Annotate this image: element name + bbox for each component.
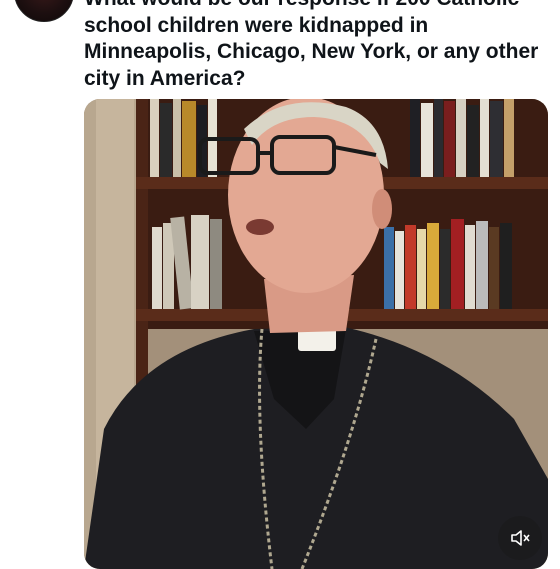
- video-player[interactable]: [84, 99, 548, 569]
- avatar[interactable]: [14, 0, 74, 22]
- post-text: What would be our response if 200 Cathol…: [84, 0, 539, 90]
- mute-button[interactable]: [498, 516, 542, 560]
- video-frame: [84, 99, 548, 569]
- speaker-muted-icon: [511, 530, 530, 546]
